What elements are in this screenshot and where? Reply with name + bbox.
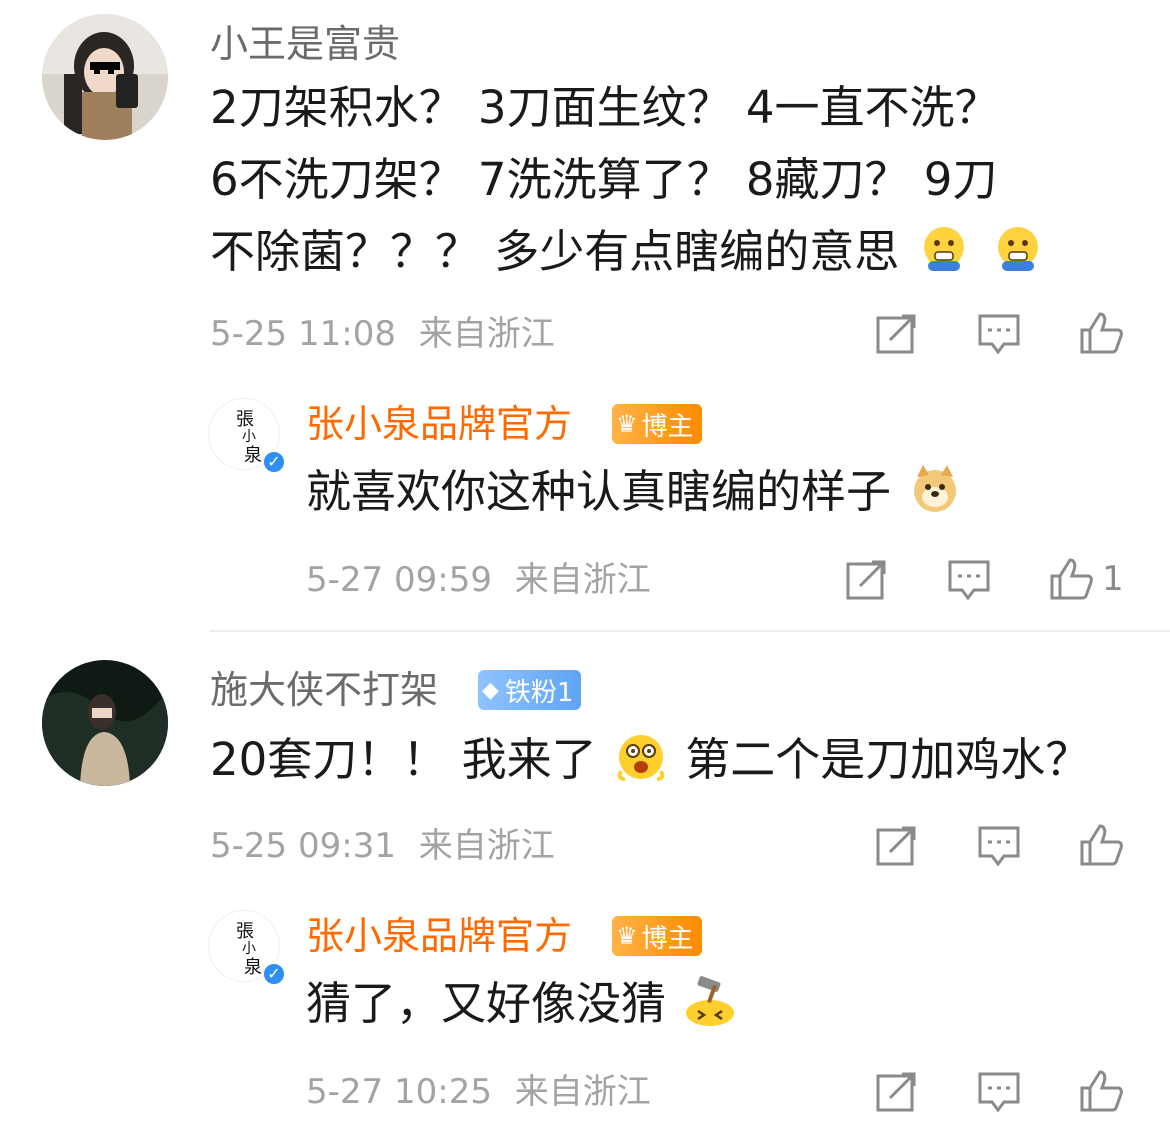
timestamp: 5-27 09:59 <box>306 560 492 600</box>
diamond-icon: ◆ <box>482 677 499 703</box>
comment-actions <box>874 822 1124 868</box>
reply-meta: 5-27 10:25 来自浙江 <box>306 1070 651 1114</box>
comment-text: 20套刀！！ 我来了 第二个是刀加鸡水？ <box>210 724 1090 796</box>
like-icon[interactable] <box>1078 1068 1124 1114</box>
comment-text-line: 2刀架积水？ 3刀面生纹？ 4一直不洗？ <box>210 81 1000 134</box>
reply-text: 就喜欢你这种认真瞎编的样子 <box>306 456 965 528</box>
doge-emoji-icon <box>914 465 957 512</box>
avatar[interactable] <box>42 660 168 786</box>
comment-text-line: 6不洗刀架？ 7洗洗算了？ 8藏刀？ 9刀 <box>210 153 998 206</box>
comment-icon[interactable] <box>976 822 1022 868</box>
verified-icon: ✓ <box>262 450 286 474</box>
crown-icon: ♛ <box>616 410 638 438</box>
comment-icon[interactable] <box>946 556 992 602</box>
timestamp: 5-25 09:31 <box>210 826 396 866</box>
like-icon[interactable] <box>1078 822 1124 868</box>
reply-meta: 5-27 09:59 来自浙江 <box>306 558 651 602</box>
comment-icon[interactable] <box>976 310 1022 356</box>
fan-badge: ◆ 铁粉1 <box>478 670 582 710</box>
like-icon[interactable] <box>1078 310 1124 356</box>
location: 来自浙江 <box>418 314 555 354</box>
reply-text-segment: 就喜欢你这种认真瞎编的样子 <box>306 465 892 518</box>
location: 来自浙江 <box>514 560 651 600</box>
svg-text:張: 張 <box>236 409 254 430</box>
like-count: 1 <box>1102 559 1124 599</box>
comment-meta: 5-25 11:08 来自浙江 <box>210 312 555 356</box>
share-icon[interactable] <box>874 310 920 356</box>
username[interactable]: 施大侠不打架 <box>210 666 438 714</box>
svg-text:泉: 泉 <box>244 445 262 466</box>
timestamp: 5-27 10:25 <box>306 1072 492 1112</box>
avatar[interactable] <box>42 14 168 140</box>
reply-text: 猜了，又好像没猜 <box>306 968 740 1040</box>
comment-meta: 5-25 09:31 来自浙江 <box>210 824 555 868</box>
comment-text-segment: 20套刀！！ 我来了 <box>210 733 597 786</box>
comment-text: 2刀架积水？ 3刀面生纹？ 4一直不洗？ 6不洗刀架？ 7洗洗算了？ 8藏刀？ … <box>210 72 1150 288</box>
comment-actions <box>874 310 1124 356</box>
badge-label: 博主 <box>641 923 694 954</box>
reply-actions: 1 <box>844 556 1124 602</box>
location: 来自浙江 <box>418 826 555 866</box>
reply-actions <box>874 1068 1124 1114</box>
share-icon[interactable] <box>874 822 920 868</box>
hammer-emoji-icon <box>686 976 735 1026</box>
badge-label: 博主 <box>641 411 694 442</box>
blogger-badge: ♛ 博主 <box>612 916 702 956</box>
location: 来自浙江 <box>514 1072 651 1112</box>
worried-emoji-icon <box>923 227 964 271</box>
share-icon[interactable] <box>844 556 890 602</box>
timestamp: 5-25 11:08 <box>210 314 396 354</box>
username[interactable]: 小王是富贵 <box>210 20 400 68</box>
comment-item: 施大侠不打架 ◆ 铁粉1 20套刀！！ 我来了 第二个是刀加鸡水？ 5-25 0… <box>0 640 1170 1139</box>
comment-text-line: 不除菌？？？ 多少有点瞎编的意思 <box>210 216 1150 288</box>
excited-emoji-icon <box>617 735 665 781</box>
crown-icon: ♛ <box>616 922 638 950</box>
svg-text:張: 張 <box>236 921 254 942</box>
worried-emoji-icon <box>997 227 1038 271</box>
comment-text-segment: 第二个是刀加鸡水？ <box>685 733 1091 786</box>
badge-label: 铁粉1 <box>504 677 574 708</box>
verified-icon: ✓ <box>262 962 286 986</box>
comment-icon[interactable] <box>976 1068 1022 1114</box>
svg-text:小: 小 <box>242 429 256 445</box>
share-icon[interactable] <box>874 1068 920 1114</box>
official-username[interactable]: 张小泉品牌官方 <box>306 400 572 448</box>
svg-text:泉: 泉 <box>244 957 262 978</box>
divider <box>210 630 1170 632</box>
svg-text:小: 小 <box>242 941 256 957</box>
blogger-badge: ♛ 博主 <box>612 404 702 444</box>
reply-text-segment: 猜了，又好像没猜 <box>306 977 667 1030</box>
official-username[interactable]: 张小泉品牌官方 <box>306 912 572 960</box>
like-icon[interactable] <box>1048 556 1094 602</box>
comment-text-segment: 不除菌？？？ 多少有点瞎编的意思 <box>210 225 900 278</box>
comment-item: 小王是富贵 2刀架积水？ 3刀面生纹？ 4一直不洗？ 6不洗刀架？ 7洗洗算了？… <box>0 0 1170 630</box>
